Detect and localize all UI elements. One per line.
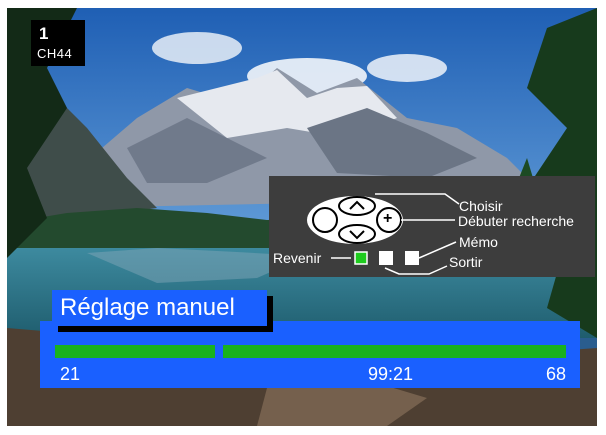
help-choose-label: Choisir <box>459 198 503 214</box>
help-memo-label: Mémo <box>459 234 498 250</box>
memo-key-icon <box>405 251 419 265</box>
channel-indicator: 1 CH44 <box>31 20 85 66</box>
menu-title-box: Réglage manuel <box>52 290 267 326</box>
tuning-panel: 21 99:21 68 <box>40 321 580 388</box>
remote-help-panel: − + Choisir Débuter recherche Mémo Reven… <box>269 176 595 277</box>
range-end-value: 68 <box>545 364 566 384</box>
tv-screen: 1 CH44 − + Choisir Débuter recherche Mém… <box>0 0 606 435</box>
range-start-value: 21 <box>60 364 81 384</box>
back-key-icon <box>354 251 368 265</box>
channel-number: 1 <box>39 24 49 43</box>
plus-symbol: + <box>383 210 393 227</box>
help-back-label: Revenir <box>273 250 322 266</box>
channel-name: CH44 <box>37 46 73 61</box>
menu-title: Réglage manuel <box>60 294 235 321</box>
help-start-search-label: Débuter recherche <box>458 213 574 229</box>
up-arrow-button-icon <box>338 196 376 216</box>
tv-picture: 1 CH44 − + Choisir Débuter recherche Mém… <box>7 8 597 426</box>
current-frequency-value: 99:21 <box>368 364 414 384</box>
exit-key-icon <box>379 251 393 265</box>
help-exit-label: Sortir <box>449 254 483 270</box>
minus-symbol: − <box>319 210 329 227</box>
tuning-bar-right-segment[interactable] <box>223 345 566 358</box>
down-arrow-button-icon <box>338 224 376 244</box>
tuning-bar-left-segment <box>55 345 215 358</box>
